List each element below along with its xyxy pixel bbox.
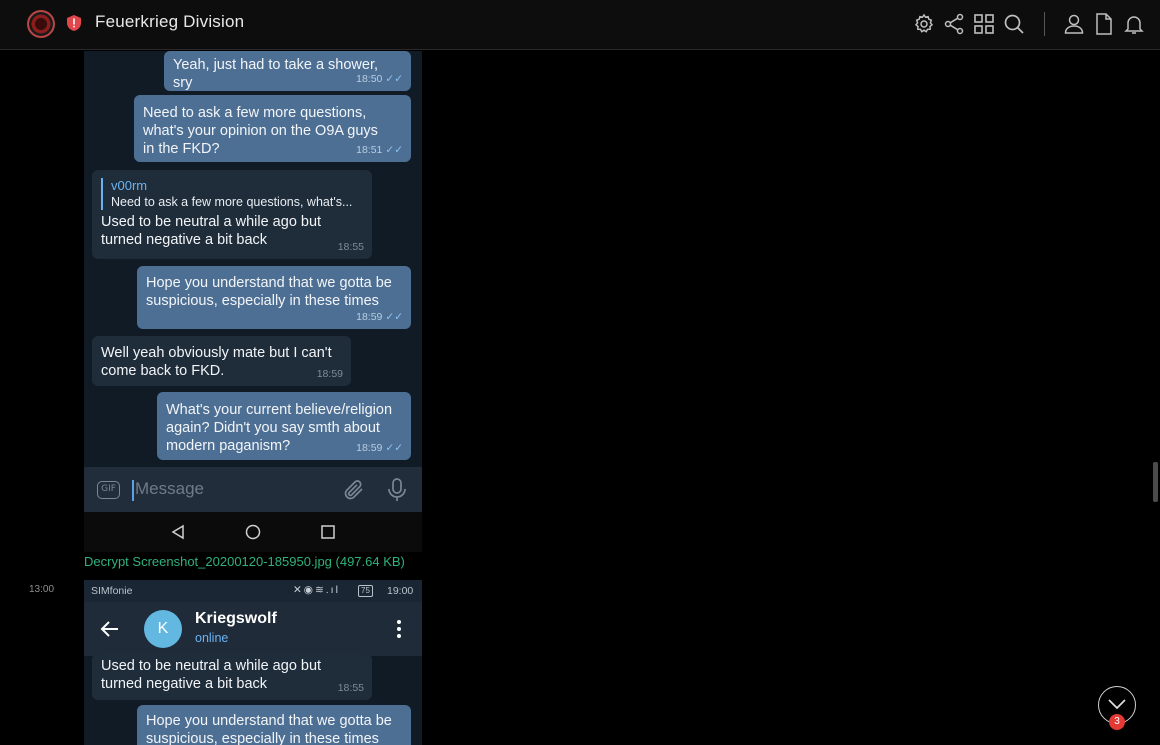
double-check-icon: ✓✓ bbox=[385, 311, 403, 323]
share-icon[interactable] bbox=[942, 12, 966, 36]
group-logo[interactable] bbox=[27, 10, 55, 38]
message-time: 18:59 bbox=[356, 311, 383, 323]
paperclip-icon[interactable] bbox=[342, 478, 366, 502]
contact-status: online bbox=[195, 631, 229, 645]
android-nav-bar bbox=[84, 512, 422, 552]
message-meta: 18:55 bbox=[338, 679, 364, 697]
message-time: 18:59 bbox=[356, 442, 383, 454]
chat-header: K Kriegswolf online bbox=[84, 602, 422, 656]
screenshot-image-2[interactable]: SIMfonie ✕◉≋.ıl 75 19:00 K Kriegswolf on… bbox=[84, 580, 422, 745]
message-meta: 18:55 bbox=[338, 238, 364, 256]
message-time: 18:51 bbox=[356, 144, 383, 156]
message-bubble: Used to be neutral a while ago but turne… bbox=[92, 654, 372, 700]
message-time: 18:50 bbox=[356, 73, 383, 85]
message-time: 18:55 bbox=[337, 241, 364, 253]
screenshot-image-1[interactable]: Yeah, just had to take a shower, sry 18:… bbox=[84, 51, 422, 512]
gif-button[interactable]: GIF bbox=[97, 481, 120, 499]
top-bar: Feuerkrieg Division bbox=[0, 0, 1160, 50]
message-bubble: Hope you understand that we gotta be sus… bbox=[137, 266, 411, 329]
message-bubble: What's your current believe/religion aga… bbox=[157, 392, 411, 460]
attachment-download-link[interactable]: Decrypt Screenshot_20200120-185950.jpg (… bbox=[84, 554, 405, 569]
back-arrow-icon[interactable] bbox=[100, 619, 120, 639]
message-bubble: Hope you understand that we gotta be sus… bbox=[137, 705, 411, 745]
battery-icon: 75 bbox=[358, 585, 373, 597]
more-vertical-icon[interactable] bbox=[396, 619, 402, 639]
contact-name[interactable]: Kriegswolf bbox=[195, 610, 277, 628]
reply-snippet: Need to ask a few more questions, what's… bbox=[111, 195, 353, 209]
reply-author: v00rm bbox=[111, 178, 148, 193]
home-circle-icon[interactable] bbox=[245, 524, 261, 540]
message-meta: 18:51 ✓✓ bbox=[356, 141, 403, 159]
settings-icon[interactable] bbox=[912, 12, 936, 36]
message-time: 18:55 bbox=[337, 682, 364, 694]
message-meta: 18:50 ✓✓ bbox=[356, 70, 403, 88]
status-icons: ✕◉≋.ıl bbox=[293, 584, 340, 596]
document-icon[interactable] bbox=[1092, 12, 1116, 36]
post-timestamp: 13:00 bbox=[29, 584, 55, 595]
message-text: Hope you understand that we gotta be sus… bbox=[146, 713, 392, 745]
grid-icon[interactable] bbox=[972, 12, 996, 36]
chevron-down-icon bbox=[1108, 699, 1126, 710]
message-bubble: Yeah, just had to take a shower, sry 18:… bbox=[164, 51, 411, 91]
message-bubble: Need to ask a few more questions, what's… bbox=[134, 95, 411, 162]
back-triangle-icon[interactable] bbox=[170, 524, 186, 540]
channel-title: Feuerkrieg Division bbox=[95, 12, 245, 31]
recents-square-icon[interactable] bbox=[320, 524, 336, 540]
shield-icon bbox=[67, 15, 81, 31]
message-text: Hope you understand that we gotta be sus… bbox=[146, 275, 392, 309]
search-icon[interactable] bbox=[1002, 12, 1026, 36]
microphone-icon[interactable] bbox=[386, 477, 408, 503]
carrier-name: SIMfonie bbox=[91, 585, 133, 597]
status-clock: 19:00 bbox=[387, 585, 414, 597]
text-cursor bbox=[132, 480, 134, 501]
message-composer: GIF Message bbox=[84, 467, 422, 512]
message-time: 18:59 bbox=[316, 368, 343, 380]
reply-quote[interactable]: v00rm Need to ask a few more questions, … bbox=[101, 178, 362, 210]
battery-level: 75 bbox=[361, 586, 370, 595]
message-input[interactable]: Message bbox=[135, 479, 204, 499]
message-text: Used to be neutral a while ago but turne… bbox=[101, 658, 322, 692]
user-icon[interactable] bbox=[1062, 12, 1086, 36]
contact-avatar[interactable]: K bbox=[144, 610, 182, 648]
message-bubble: v00rm Need to ask a few more questions, … bbox=[92, 170, 372, 259]
message-meta: 18:59 ✓✓ bbox=[356, 439, 403, 457]
unread-count-badge: 3 bbox=[1109, 714, 1125, 730]
message-text: Well yeah obviously mate but I can't com… bbox=[101, 345, 332, 379]
android-status-bar: SIMfonie ✕◉≋.ıl 75 19:00 bbox=[84, 580, 422, 602]
bell-icon[interactable] bbox=[1122, 12, 1146, 36]
double-check-icon: ✓✓ bbox=[385, 144, 403, 156]
double-check-icon: ✓✓ bbox=[385, 442, 403, 454]
message-meta: 18:59 bbox=[317, 365, 343, 383]
double-check-icon: ✓✓ bbox=[385, 73, 403, 85]
scrollbar-thumb[interactable] bbox=[1153, 462, 1158, 502]
toolbar-divider bbox=[1044, 12, 1045, 36]
message-text: Need to ask a few more questions, what's… bbox=[143, 105, 378, 157]
message-meta: 18:59 ✓✓ bbox=[356, 308, 403, 326]
message-bubble: Well yeah obviously mate but I can't com… bbox=[92, 336, 351, 386]
message-text: Used to be neutral a while ago but turne… bbox=[101, 214, 322, 248]
